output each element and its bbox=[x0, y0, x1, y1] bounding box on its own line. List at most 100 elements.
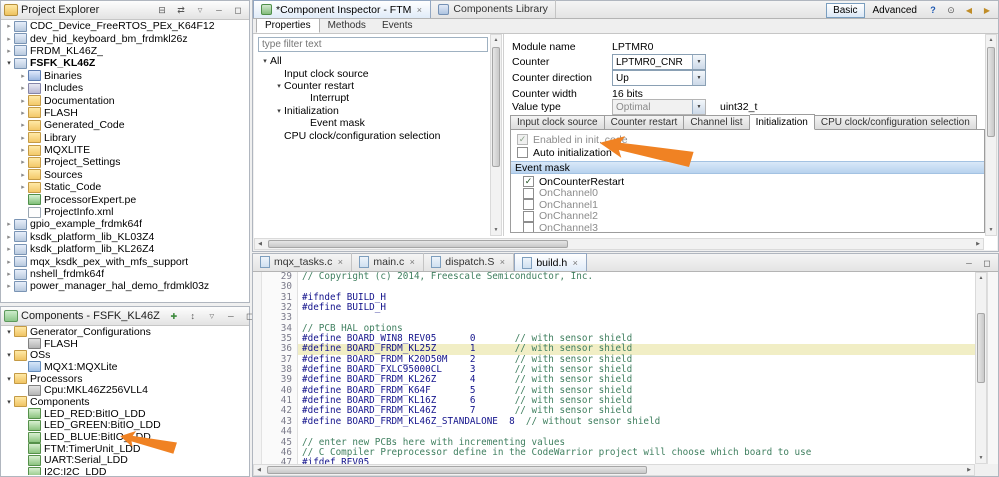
tab-mqx-tasks[interactable]: mqx_tasks.c bbox=[253, 253, 353, 271]
scrollbar-thumb[interactable] bbox=[268, 240, 568, 248]
expand-icon[interactable] bbox=[18, 72, 28, 80]
onchannel1-checkbox[interactable] bbox=[523, 199, 534, 211]
tab-channel-list[interactable]: Channel list bbox=[684, 115, 750, 130]
close-icon[interactable] bbox=[408, 257, 416, 267]
pin-icon[interactable] bbox=[943, 3, 959, 17]
close-icon[interactable] bbox=[498, 257, 506, 267]
collapse-icon[interactable] bbox=[4, 398, 14, 406]
project-item[interactable]: FLASH bbox=[2, 107, 248, 119]
collapse-icon[interactable] bbox=[4, 375, 14, 383]
collapse-icon[interactable] bbox=[274, 107, 284, 115]
onchannel2-checkbox[interactable] bbox=[523, 210, 534, 222]
auto-initialization-checkbox[interactable] bbox=[517, 147, 528, 158]
counter-direction-dropdown[interactable]: Up bbox=[612, 70, 706, 86]
scroll-left-icon[interactable]: ◀ bbox=[254, 465, 264, 475]
maximize-icon[interactable] bbox=[979, 256, 995, 270]
tab-main[interactable]: main.c bbox=[352, 253, 425, 271]
project-item[interactable]: Includes bbox=[2, 82, 248, 94]
tab-initialization[interactable]: Initialization bbox=[749, 114, 815, 130]
project-item[interactable]: Library bbox=[2, 132, 248, 144]
project-item[interactable]: power_manager_hal_demo_frdmkl03z bbox=[2, 280, 248, 292]
collapse-icon[interactable] bbox=[260, 57, 270, 65]
project-item[interactable]: ksdk_platform_lib_KL26Z4 bbox=[2, 243, 248, 255]
project-item[interactable]: Sources bbox=[2, 169, 248, 181]
scroll-left-icon[interactable]: ◀ bbox=[255, 239, 265, 249]
expand-icon[interactable] bbox=[18, 158, 28, 166]
component-category[interactable]: Components bbox=[2, 396, 248, 408]
expand-icon[interactable] bbox=[18, 97, 28, 105]
project-item[interactable]: FSFK_KL46Z bbox=[2, 57, 248, 69]
tree-scrollbar[interactable]: ▲ ▼ bbox=[490, 34, 502, 236]
scrollbar-thumb[interactable] bbox=[267, 466, 647, 474]
minimize-icon[interactable] bbox=[961, 256, 977, 270]
scroll-down-icon[interactable]: ▼ bbox=[986, 225, 996, 235]
onchannel3-checkbox[interactable] bbox=[523, 222, 534, 232]
component-category[interactable]: Processors bbox=[2, 373, 248, 385]
close-icon[interactable] bbox=[571, 258, 579, 268]
tab-components-library[interactable]: Components Library bbox=[431, 0, 556, 18]
expand-icon[interactable] bbox=[4, 245, 14, 253]
scroll-up-icon[interactable]: ▲ bbox=[491, 35, 501, 45]
tree-item-initialization[interactable]: Initialization bbox=[258, 105, 488, 117]
help-icon[interactable] bbox=[925, 3, 941, 17]
back-icon[interactable] bbox=[961, 3, 977, 17]
expand-icon[interactable] bbox=[4, 270, 14, 278]
tab-dispatch[interactable]: dispatch.S bbox=[424, 253, 515, 271]
view-menu-icon[interactable] bbox=[192, 3, 208, 17]
scrollbar-thumb[interactable] bbox=[977, 313, 985, 383]
component-category[interactable]: Generator_Configurations bbox=[2, 326, 248, 338]
project-item[interactable]: MQXLITE bbox=[2, 144, 248, 156]
value-type-dropdown[interactable]: Optimal bbox=[612, 99, 706, 115]
expand-icon[interactable] bbox=[18, 146, 28, 154]
expand-icon[interactable] bbox=[4, 258, 14, 266]
view-menu-icon[interactable] bbox=[204, 309, 220, 323]
expand-icon[interactable] bbox=[4, 233, 14, 241]
tab-component-inspector[interactable]: *Component Inspector - FTM bbox=[253, 0, 432, 18]
project-item[interactable]: CDC_Device_FreeRTOS_PEx_K64F12 bbox=[2, 20, 248, 32]
scroll-right-icon[interactable]: ▶ bbox=[964, 465, 974, 475]
expand-icon[interactable] bbox=[18, 109, 28, 117]
expand-icon[interactable] bbox=[18, 84, 28, 92]
project-item[interactable]: ProcessorExpert.pe bbox=[2, 193, 248, 206]
project-item[interactable]: Generated_Code bbox=[2, 119, 248, 131]
close-icon[interactable] bbox=[336, 257, 344, 267]
maximize-icon[interactable] bbox=[230, 3, 246, 17]
component-item[interactable]: LED_RED:BitIO_LDD bbox=[2, 408, 248, 420]
project-item[interactable]: Project_Settings bbox=[2, 156, 248, 168]
expand-icon[interactable] bbox=[18, 183, 28, 191]
basic-view-button[interactable]: Basic bbox=[826, 2, 865, 18]
project-item[interactable]: mqx_ksdk_pex_with_mfs_support bbox=[2, 255, 248, 268]
scroll-up-icon[interactable]: ▲ bbox=[986, 35, 996, 45]
expand-icon[interactable] bbox=[4, 220, 14, 228]
expand-icon[interactable] bbox=[4, 22, 14, 30]
tab-counter-restart[interactable]: Counter restart bbox=[604, 115, 685, 130]
add-component-icon[interactable] bbox=[166, 309, 182, 323]
editor-vscrollbar[interactable]: ▲ ▼ bbox=[975, 272, 987, 464]
tree-item-all[interactable]: All bbox=[258, 55, 488, 67]
scroll-up-icon[interactable]: ▲ bbox=[976, 273, 986, 283]
project-item[interactable]: Documentation bbox=[2, 94, 248, 107]
project-item[interactable]: Static_Code bbox=[2, 181, 248, 193]
link-with-editor-icon[interactable] bbox=[173, 3, 189, 17]
oncounterrestart-checkbox[interactable] bbox=[523, 176, 534, 188]
collapse-all-icon[interactable] bbox=[154, 3, 170, 17]
collapse-icon[interactable] bbox=[4, 59, 14, 67]
tab-cpu-clock-configuration[interactable]: CPU clock/configuration selection bbox=[814, 115, 977, 130]
collapse-icon[interactable] bbox=[274, 82, 284, 90]
project-item[interactable]: nshell_frdmk64f bbox=[2, 268, 248, 280]
project-item[interactable]: ProjectInfo.xml bbox=[2, 206, 248, 218]
component-item[interactable]: I2C:I2C_LDD bbox=[2, 466, 248, 475]
component-item[interactable]: MQX1:MQXLite bbox=[2, 361, 248, 373]
tree-item-input-clock[interactable]: Input clock source bbox=[258, 67, 488, 80]
expand-icon[interactable] bbox=[18, 171, 28, 179]
tree-item-cpu-clock[interactable]: CPU clock/configuration selection bbox=[258, 129, 488, 142]
tab-properties[interactable]: Properties bbox=[256, 18, 320, 33]
tree-item-event-mask[interactable]: Event mask bbox=[258, 117, 488, 129]
code-editor[interactable]: 29 // Copyright (c) 2014, Freescale Semic… bbox=[253, 272, 975, 464]
event-mask-header[interactable]: Event mask bbox=[511, 161, 984, 174]
counter-dropdown[interactable]: LPTMR0_CNR bbox=[612, 54, 706, 70]
tab-events[interactable]: Events bbox=[374, 18, 421, 33]
collapse-icon[interactable] bbox=[4, 328, 14, 336]
collapse-icon[interactable] bbox=[4, 351, 14, 359]
project-item[interactable]: dev_hid_keyboard_bm_frdmkl26z bbox=[2, 32, 248, 45]
